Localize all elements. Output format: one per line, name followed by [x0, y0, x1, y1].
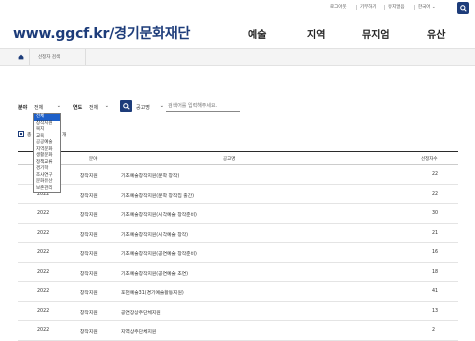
row-count: 22	[432, 172, 439, 177]
table-row[interactable]: 2022 창작지원 기초예술창작지원(시각예술 창작) 21	[18, 224, 458, 243]
row-year: 2022	[37, 269, 50, 275]
row-field: 창작지원	[80, 213, 98, 218]
language-label: 한국어	[418, 5, 431, 10]
row-field: 창작지원	[80, 174, 98, 179]
search-field-select[interactable]: 공고명 ⌄	[136, 102, 164, 112]
col-field: 분야	[89, 157, 98, 162]
year-filter-value: 전체	[89, 105, 99, 111]
table-header: 연도 분야 공고명 선정자수	[18, 151, 458, 165]
row-title[interactable]: 기초예술창작지원(공연예술 초연)	[121, 270, 188, 277]
row-title[interactable]: 포천예술31(경기예술활동지원)	[121, 289, 184, 296]
row-title[interactable]: 기초예술창작지원(시각예술 창작준비)	[121, 211, 197, 218]
table-row[interactable]: 2022 창작지원 공연장상주단체지원 13	[18, 302, 458, 321]
row-year: 2022	[37, 308, 50, 314]
row-count: 18	[432, 269, 439, 275]
row-title[interactable]: 지역상주단체지원	[121, 328, 156, 335]
row-title[interactable]: 기초예술창작지원(문학 창작)	[121, 172, 179, 179]
field-filter-label: 분야	[18, 105, 28, 111]
table-row[interactable]: 2022 창작지원 기초예술창작지원(공연예술 초연) 18	[18, 263, 458, 282]
row-year: 2022	[37, 289, 50, 294]
row-field: 창작지원	[80, 271, 98, 277]
table-row[interactable]: 2022 창작지원 포천예술31(경기예술활동지원) 41	[18, 282, 458, 302]
chevron-down-icon: ⌄	[56, 103, 61, 109]
language-select[interactable]: 한국어 ⌄	[414, 4, 436, 10]
account-link[interactable]: 유지얼음	[384, 4, 405, 10]
list-icon	[18, 131, 24, 137]
table-row[interactable]: 2022 창작지원 기초예술창작지원(공연예술 창작준비) 16	[18, 243, 458, 263]
home-button[interactable]	[12, 49, 30, 65]
result-count-label: 총	[27, 133, 32, 138]
col-count: 선정자수	[421, 157, 438, 162]
search-icon	[459, 4, 467, 12]
row-year: 2022	[37, 328, 50, 333]
result-count-tail: 개	[62, 133, 67, 138]
row-year: 2022	[37, 211, 50, 216]
table-row[interactable]: 2022창작지원기초예술창작지원(문학 창작)22	[18, 165, 458, 185]
row-count: 21	[432, 230, 439, 236]
row-title[interactable]: 공연장상주단체지원	[121, 309, 161, 316]
row-count: 13	[432, 308, 439, 314]
breadcrumb-bar: 선정자 검색	[0, 48, 475, 66]
nav-art[interactable]: 예술	[248, 26, 266, 41]
col-title: 공고명	[223, 157, 236, 162]
table-body: 2022창작지원기초예술창작지원(문학 창작)222022창작지원기초예술창작지…	[18, 165, 458, 341]
row-field: 창작지원	[80, 193, 98, 199]
row-field: 창작지원	[80, 310, 98, 316]
home-icon	[18, 54, 23, 60]
nav-region[interactable]: 지역	[307, 26, 325, 41]
site-logo[interactable]: www.ggcf.kr/경기문화재단	[13, 23, 190, 43]
search-icon	[122, 102, 130, 110]
row-title[interactable]: 기초예술창작지원(공연예술 창작준비)	[121, 250, 197, 257]
nav-museum[interactable]: 뮤지엄	[362, 26, 390, 41]
dropdown-option[interactable]: 보존관리	[34, 186, 60, 193]
row-count: 16	[432, 250, 439, 255]
row-count: 2	[432, 328, 436, 333]
row-count: 41	[432, 289, 439, 294]
year-filter-label: 연도	[73, 105, 83, 111]
donate-link[interactable]: 기부하기	[356, 4, 377, 10]
row-year: 2022	[37, 250, 50, 255]
table-row[interactable]: 2022 창작지원 기초예술창작지원(시각예술 창작준비) 30	[18, 204, 458, 224]
row-count: 30	[432, 211, 439, 216]
utility-bar: 로그아웃 기부하기 유지얼음 한국어 ⌄	[0, 0, 475, 18]
breadcrumb-current[interactable]: 선정자 검색	[38, 54, 60, 60]
row-field: 창작지원	[80, 232, 98, 238]
global-search-button[interactable]	[457, 2, 469, 14]
row-field: 창작지원	[80, 291, 98, 296]
row-title[interactable]: 기초예술창작지원(시각예술 창작)	[121, 231, 188, 238]
chevron-down-icon: ⌄	[104, 103, 109, 109]
row-year: 2022	[37, 230, 50, 236]
search-field-value: 공고명	[136, 105, 150, 111]
row-title[interactable]: 기초예술창작지원(문학 창작집 출간)	[121, 192, 194, 199]
field-dropdown-list: 전체 창작지원 복지 교육 공공예술 지역문화 생활문화 정책교류 경기학 조사…	[33, 113, 61, 193]
results-table: 연도 분야 공고명 선정자수 2022창작지원기초예술창작지원(문학 창작)22…	[18, 151, 458, 341]
field-filter-select[interactable]: 전체 ⌄	[34, 102, 61, 112]
field-filter-value: 전체	[34, 105, 44, 111]
table-row[interactable]: 2022 창작지원 기초예술창작지원(문학 창작집 출간) 22	[18, 185, 458, 204]
chevron-down-icon: ⌄	[159, 103, 164, 109]
year-filter-select[interactable]: 전체 ⌄	[89, 102, 109, 112]
keyword-input[interactable]	[166, 100, 240, 112]
row-field: 창작지원	[80, 330, 98, 335]
logout-link[interactable]: 로그아웃	[330, 4, 347, 10]
row-field: 창작지원	[80, 252, 98, 257]
breadcrumb-divider	[85, 49, 86, 65]
search-button[interactable]	[120, 100, 132, 112]
table-row[interactable]: 2022 창작지원 지역상주단체지원 2	[18, 321, 458, 341]
row-count: 22	[432, 191, 439, 197]
nav-heritage[interactable]: 유산	[427, 26, 445, 41]
